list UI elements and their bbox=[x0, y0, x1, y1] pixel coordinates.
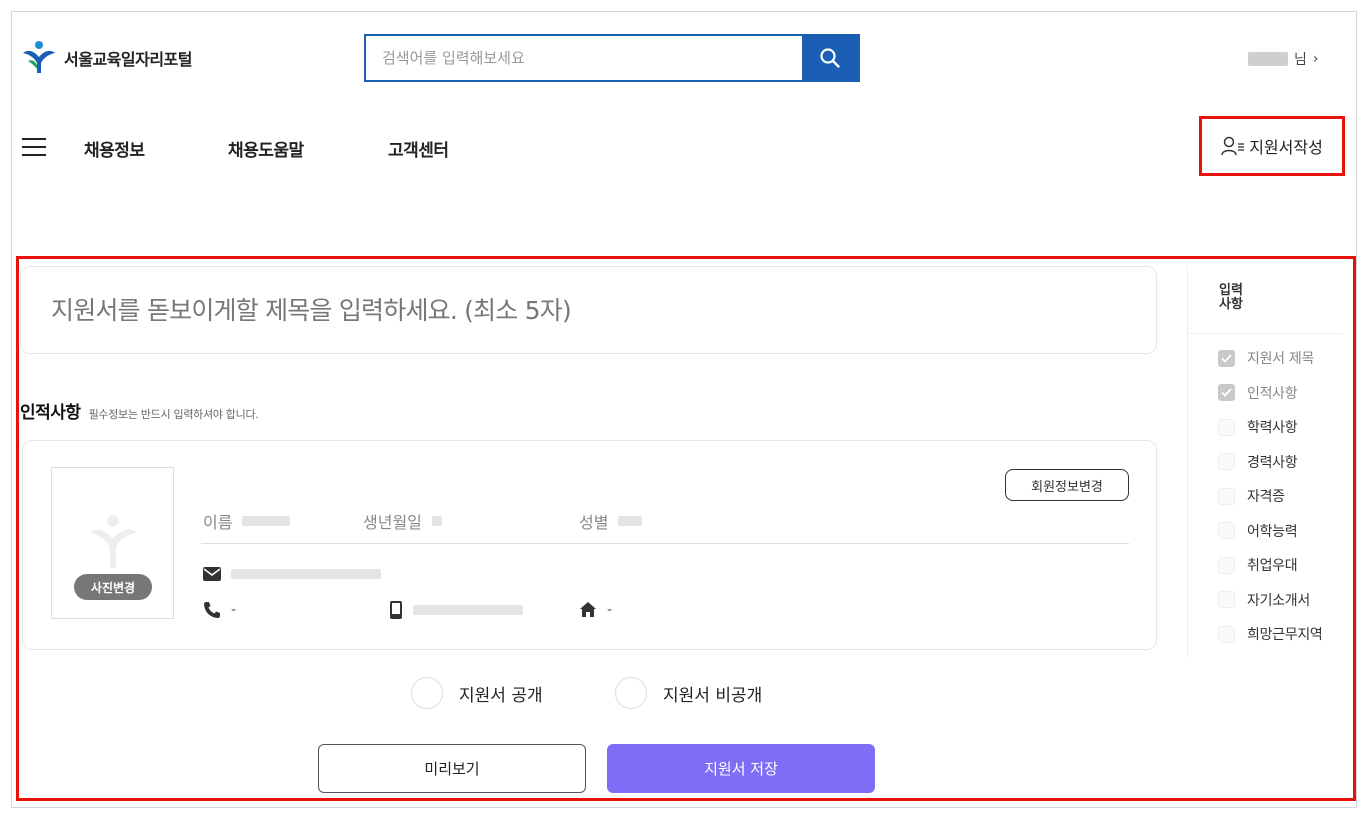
nav-job-info[interactable]: 채용정보 bbox=[84, 136, 145, 161]
nav-customer-center[interactable]: 고객센터 bbox=[388, 136, 449, 161]
write-resume-button[interactable]: 지원서작성 bbox=[1199, 116, 1345, 176]
user-name-redacted bbox=[1248, 52, 1288, 66]
chevron-right-icon: › bbox=[1312, 51, 1319, 67]
search-button[interactable] bbox=[802, 36, 858, 80]
logo-icon bbox=[23, 41, 55, 73]
site-logo[interactable]: 서울교육일자리포털 bbox=[20, 39, 192, 77]
user-menu[interactable]: 님 › bbox=[1248, 49, 1319, 69]
search-input[interactable] bbox=[366, 36, 802, 80]
highlight-box-form bbox=[16, 256, 1356, 801]
search-icon bbox=[820, 48, 840, 68]
logo-text: 서울교육일자리포털 bbox=[64, 50, 192, 69]
user-suffix: 님 bbox=[1294, 52, 1307, 68]
nav-job-help[interactable]: 채용도움말 bbox=[228, 136, 304, 161]
search-bar bbox=[364, 34, 860, 82]
resume-person-icon bbox=[1221, 136, 1245, 156]
hamburger-menu-icon[interactable] bbox=[22, 138, 46, 156]
write-resume-label: 지원서작성 bbox=[1249, 138, 1323, 157]
